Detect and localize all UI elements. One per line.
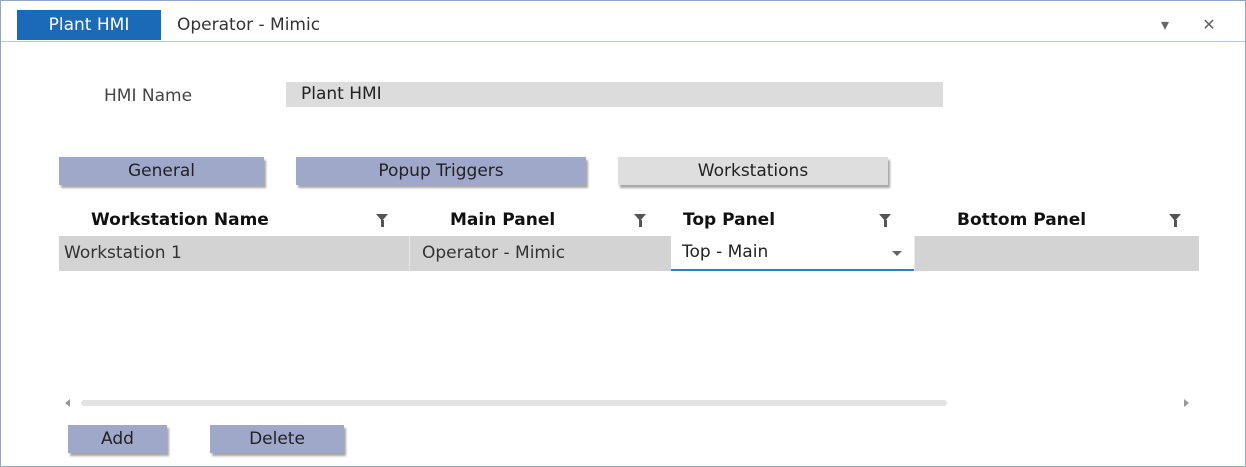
filter-icon[interactable] [634,214,646,227]
grid-header: Workstation Name Main Panel Top Panel Bo… [59,206,1199,234]
general-button[interactable]: General [59,157,264,185]
top-panel-selected-value: Top - Main [682,242,769,262]
bottom-panel-cell[interactable] [914,236,1199,271]
delete-button[interactable]: Delete [210,425,344,453]
hmi-name-label: HMI Name [104,86,193,106]
column-header-workstation-name[interactable]: Workstation Name [91,206,269,234]
window-title: Operator - Mimic [177,15,321,35]
main-panel-cell[interactable]: Operator - Mimic [409,236,671,271]
chevron-down-icon[interactable]: ▾ [1153,10,1177,40]
workstations-button[interactable]: Workstations [618,157,888,185]
hmi-name-field[interactable] [286,82,943,107]
tab-plant-hmi[interactable]: Plant HMI [17,10,161,40]
filter-icon[interactable] [1169,214,1181,227]
add-button[interactable]: Add [68,425,167,453]
table-row[interactable]: Workstation 1 Operator - Mimic [59,236,1199,271]
column-header-main-panel[interactable]: Main Panel [450,206,555,234]
horizontal-scrollbar[interactable] [59,396,1199,410]
title-bar: Plant HMI Operator - Mimic ▾ ✕ [1,1,1245,42]
column-header-top-panel[interactable]: Top Panel [683,206,775,234]
hmi-editor-window: Plant HMI Operator - Mimic ▾ ✕ HMI Name … [0,0,1246,467]
scrollbar-thumb[interactable] [81,400,947,406]
chevron-down-icon[interactable] [892,251,902,256]
scroll-left-icon[interactable] [65,399,70,407]
close-icon[interactable]: ✕ [1197,10,1221,40]
column-header-bottom-panel[interactable]: Bottom Panel [957,206,1086,234]
popup-triggers-button[interactable]: Popup Triggers [296,157,586,185]
filter-icon[interactable] [879,214,891,227]
filter-icon[interactable] [376,214,388,227]
workstation-name-cell[interactable]: Workstation 1 [59,236,409,271]
scroll-right-icon[interactable] [1184,399,1189,407]
top-panel-select[interactable]: Top - Main [671,236,914,271]
